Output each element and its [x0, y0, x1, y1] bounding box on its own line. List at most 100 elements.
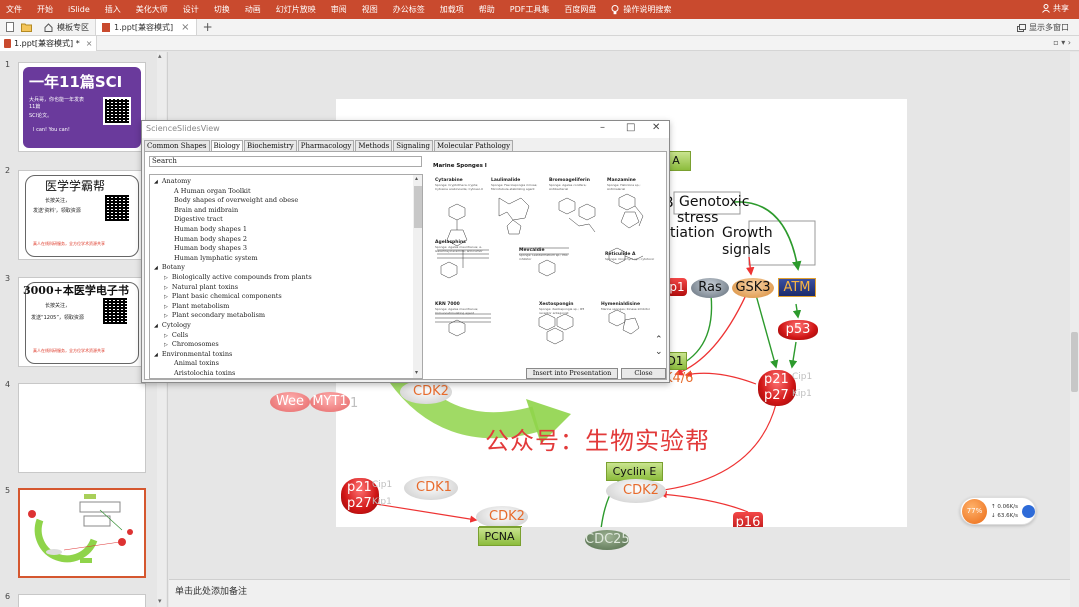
- scrollbar-thumb[interactable]: [1071, 332, 1078, 392]
- p1-node[interactable]: p1: [667, 278, 687, 296]
- close-button[interactable]: Close: [621, 368, 666, 379]
- molecule-cytarabine[interactable]: Cytarabine Sponge: Cryptotheca crypta; Cy…: [435, 178, 485, 191]
- molecule-krn7000[interactable]: KRN 7000 Sponge: Agelas mauritianus; Immu…: [435, 302, 485, 315]
- tree-node[interactable]: Human body shapes 3: [174, 244, 247, 253]
- tree-node[interactable]: ▷ Plant metabolism: [164, 302, 229, 312]
- close-tab-icon[interactable]: ×: [181, 22, 189, 33]
- scroll-down-icon[interactable]: ▾: [415, 369, 418, 376]
- myt1-node[interactable]: MYT1: [310, 392, 350, 412]
- menu-slideshow[interactable]: 幻灯片放映: [276, 4, 316, 15]
- slide-thumbnail-5[interactable]: [18, 488, 146, 578]
- collapse-arrow-icon[interactable]: ◢: [154, 179, 158, 185]
- category-tree[interactable]: ◢ Anatomy A Human organ Toolkit Body shapes…: [149, 174, 423, 379]
- menu-islide[interactable]: iSlide: [68, 5, 90, 14]
- menu-transitions[interactable]: 切换: [214, 4, 230, 15]
- maximize-icon[interactable]: □: [626, 122, 635, 133]
- new-document-icon[interactable]: [5, 22, 16, 32]
- menu-pdf-tools[interactable]: PDF工具集: [510, 4, 550, 15]
- tree-node[interactable]: Human body shapes 2: [174, 235, 247, 244]
- tree-node[interactable]: ◢ Environmental toxins: [154, 350, 232, 360]
- notes-pane[interactable]: 单击此处添加备注: [169, 579, 1070, 607]
- molecule-bromoageliferin[interactable]: Bromoageliferin Sponge: Agelas conifera; …: [549, 178, 599, 191]
- preview-scroll-up-icon[interactable]: ⌃: [655, 335, 663, 345]
- open-folder-icon[interactable]: [21, 22, 32, 32]
- expand-arrow-icon[interactable]: ▷: [164, 333, 168, 339]
- tab-template-zone[interactable]: 模板专区: [38, 19, 96, 35]
- tell-me-search[interactable]: 操作说明搜索: [611, 4, 671, 15]
- tree-node[interactable]: Human lymphatic system: [174, 254, 258, 263]
- expand-arrow-icon[interactable]: ▷: [164, 313, 168, 319]
- expand-arrow-icon[interactable]: ▷: [164, 304, 168, 310]
- menu-baidu-netdisk[interactable]: 百度网盘: [564, 4, 596, 15]
- menu-design[interactable]: 设计: [183, 4, 199, 15]
- expand-arrow-icon[interactable]: ▷: [164, 275, 168, 281]
- tree-node[interactable]: Human body shapes 1: [174, 225, 247, 234]
- tree-node[interactable]: ◢ Botany: [154, 263, 185, 273]
- close-icon[interactable]: ✕: [652, 122, 660, 133]
- tree-node[interactable]: ▷ Plant basic chemical components: [164, 292, 282, 302]
- network-speed-widget[interactable]: 77% ↑ 0.06K/s ↓ 63.6K/s: [960, 497, 1036, 525]
- pcna-box[interactable]: PCNA: [478, 527, 521, 546]
- expand-arrow-icon[interactable]: ▷: [164, 294, 168, 300]
- scroll-up-icon[interactable]: ▴: [415, 175, 418, 182]
- tree-node[interactable]: Body shapes of overweight and obese: [174, 196, 298, 205]
- tree-scrollbar-thumb[interactable]: [414, 186, 422, 228]
- tree-node[interactable]: Aristolochia toxins: [174, 369, 235, 378]
- tree-node[interactable]: ▷ Chromosomes: [164, 340, 219, 350]
- atm-node[interactable]: ATM: [778, 278, 816, 297]
- menu-beautify[interactable]: 美化大师: [136, 4, 168, 15]
- tree-node[interactable]: ◢ Anatomy: [154, 177, 191, 187]
- tree-node[interactable]: A Human organ Toolkit: [174, 187, 251, 196]
- expand-arrow-icon[interactable]: ▷: [164, 285, 168, 291]
- scroll-down-icon[interactable]: ▾: [158, 597, 162, 605]
- new-tab-icon[interactable]: +: [203, 20, 213, 34]
- molecule-laulimalide[interactable]: Laulimalide Sponge: Fasciospongia rimosa;…: [491, 178, 541, 191]
- minimize-icon[interactable]: –: [600, 122, 605, 133]
- gsk3-node[interactable]: GSK3: [732, 278, 774, 298]
- slide-thumbnail-4[interactable]: [18, 383, 146, 473]
- slide-vertical-scrollbar[interactable]: [1070, 52, 1079, 607]
- p16-node[interactable]: p16: [733, 512, 763, 527]
- molecule-agelasphins[interactable]: Agelasphins Sponge: Agelas mauritianus; α…: [435, 240, 485, 253]
- menu-animations[interactable]: 动画: [245, 4, 261, 15]
- molecule-hymenialdisine[interactable]: Hymenialdisine Marine sponges; Kinase inh…: [601, 302, 651, 311]
- file-menu-dropdown-icon[interactable]: ▫ ▾ ›: [1053, 38, 1071, 47]
- collapse-arrow-icon[interactable]: ◢: [154, 323, 158, 329]
- insert-into-presentation-button[interactable]: Insert into Presentation: [526, 368, 618, 379]
- tree-node[interactable]: ▷ Plant secondary metabolism: [164, 311, 265, 321]
- collapse-arrow-icon[interactable]: ◢: [154, 352, 158, 358]
- tree-node[interactable]: ◢ Cytology: [154, 321, 191, 331]
- collapse-arrow-icon[interactable]: ◢: [154, 265, 158, 271]
- ras-node[interactable]: Ras: [691, 278, 729, 298]
- menu-view[interactable]: 视图: [362, 4, 378, 15]
- dialog-title-bar[interactable]: ScienceSlidesView – □ ✕: [142, 121, 669, 138]
- wee-node[interactable]: Wee: [270, 392, 310, 412]
- menu-office-tabs[interactable]: 办公标签: [393, 4, 425, 15]
- slide-thumbnail-2[interactable]: 医学学霸帮 长按关注， 发送'资料'，领取资源 真人在线科研服务，全方位学术资源…: [18, 170, 146, 260]
- tree-node[interactable]: Animal toxins: [174, 359, 219, 368]
- molecule-manzamine[interactable]: Manzamine Sponge: Haliclona sp.; Antimala…: [607, 178, 657, 191]
- slide-thumbnail-3[interactable]: 3000+本医学电子书 长按关注， 发送“1205”，领取资源 真人在线科研服务…: [18, 277, 146, 367]
- slide-thumbnail-6[interactable]: [18, 594, 146, 607]
- menu-insert[interactable]: 插入: [105, 4, 121, 15]
- p53-node[interactable]: p53: [778, 320, 818, 340]
- shape-preview-panel[interactable]: Marine Sponges I Cytarabine Sponge: Crypt…: [429, 156, 665, 369]
- slide-thumbnail-1[interactable]: 一年11篇SCI 大兵哥，你也能一年发表11篇 SCI论文。 I can! Yo…: [18, 62, 146, 152]
- preview-scroll-down-icon[interactable]: ⌄: [655, 347, 663, 357]
- menu-file[interactable]: 文件: [6, 4, 22, 15]
- menu-review[interactable]: 审阅: [331, 4, 347, 15]
- tree-node[interactable]: ▷ Biologically active compounds from plan…: [164, 273, 312, 283]
- tree-node[interactable]: Digestive tract: [174, 215, 223, 224]
- cdc25-node[interactable]: CDC25: [585, 530, 630, 550]
- tree-scrollbar[interactable]: ▴ ▾: [413, 175, 422, 378]
- tree-node[interactable]: Brain and midbrain: [174, 206, 238, 215]
- file-tab[interactable]: 1.ppt[兼容模式] * ×: [0, 36, 98, 51]
- share-button[interactable]: 共享: [1042, 3, 1069, 14]
- tab-document[interactable]: 1.ppt[兼容模式] ×: [96, 19, 197, 35]
- tree-node[interactable]: ▷ Cells: [164, 331, 188, 341]
- expand-arrow-icon[interactable]: ▷: [164, 342, 168, 348]
- molecule-xestospongin[interactable]: Xestospongin Sponge: Xestospongia sp.; IP…: [539, 302, 589, 315]
- menu-home[interactable]: 开始: [37, 4, 53, 15]
- menu-help[interactable]: 帮助: [479, 4, 495, 15]
- molecule-reticulide[interactable]: Reticulide A Sponge: Cinachyra sp.; cytot…: [605, 252, 655, 261]
